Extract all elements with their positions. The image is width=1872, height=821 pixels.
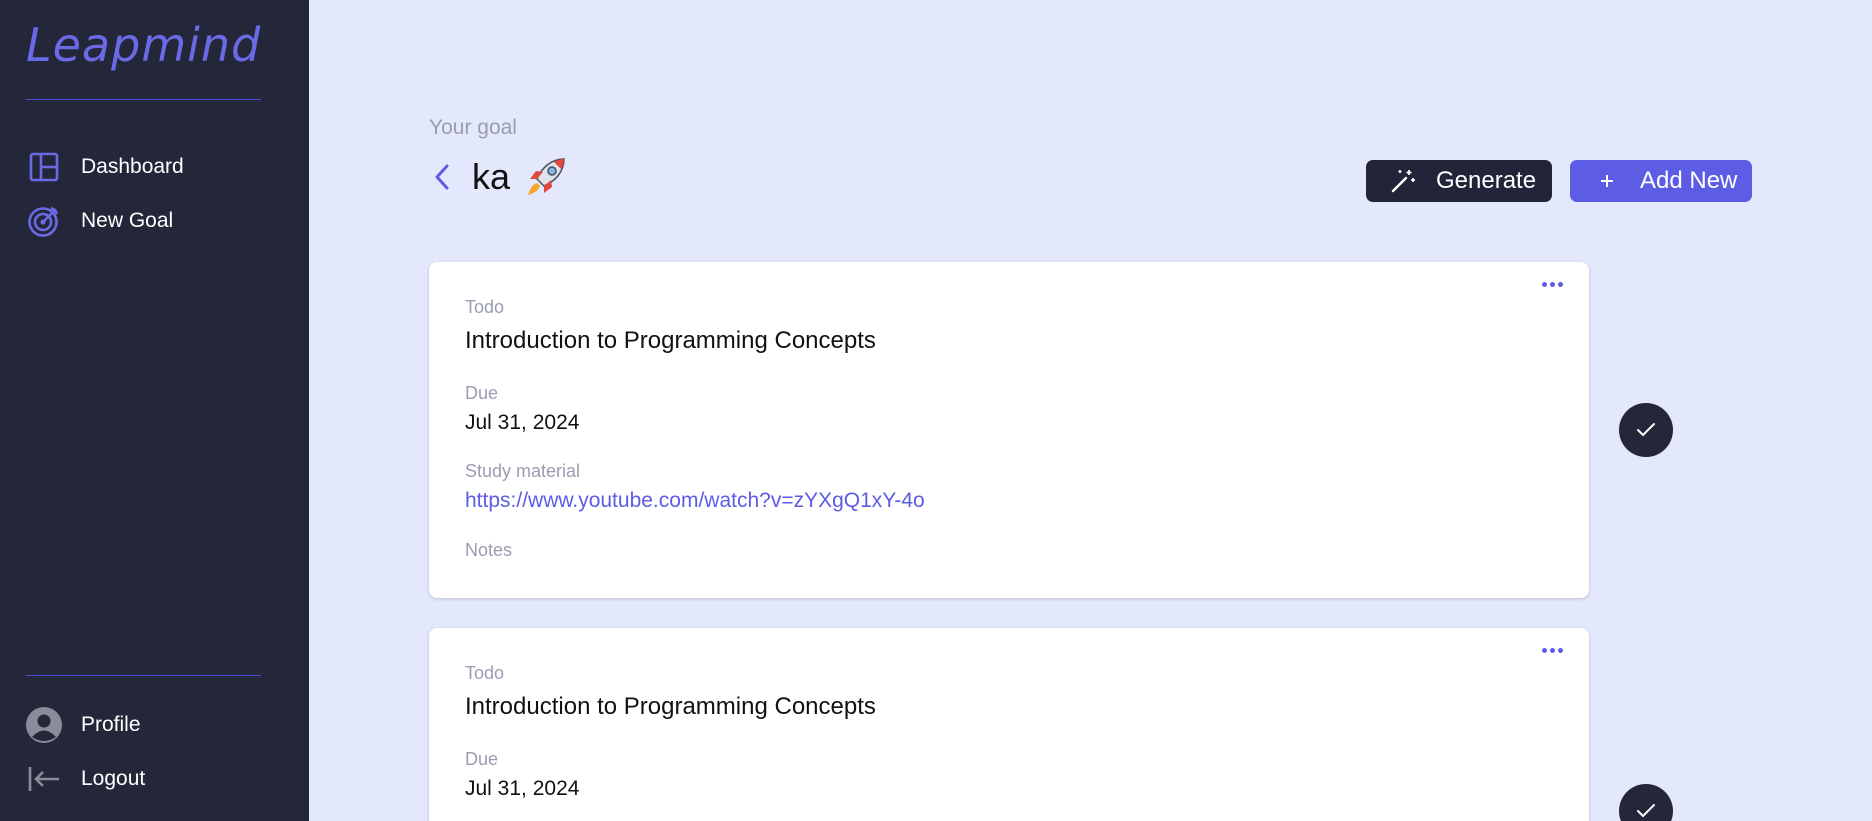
sidebar-item-label: Logout	[81, 767, 146, 790]
task-card: Todo Introduction to Programming Concept…	[429, 262, 1589, 598]
due-date: Jul 31, 2024	[465, 411, 580, 434]
task-status: Todo	[465, 297, 505, 317]
sidebar-item-label: New Goal	[81, 209, 174, 232]
goal-header: ka	[432, 152, 568, 202]
add-new-button[interactable]: Add New	[1570, 160, 1752, 202]
sidebar-divider-bottom	[26, 675, 261, 676]
app-logo[interactable]: Leapmind	[26, 18, 261, 72]
sidebar-item-label: Dashboard	[81, 155, 184, 178]
study-material-label: Study material	[465, 461, 581, 481]
due-label: Due	[465, 383, 499, 403]
more-options-icon[interactable]	[1542, 282, 1563, 287]
generate-button-label: Generate	[1436, 167, 1537, 194]
sidebar-item-new-goal[interactable]: New Goal	[26, 201, 173, 241]
chevron-left-icon	[435, 164, 449, 190]
add-new-button-label: Add New	[1640, 167, 1738, 194]
task-title: Introduction to Programming Concepts	[465, 327, 876, 354]
checkmark-icon	[1637, 423, 1655, 436]
dashboard-layout-icon	[26, 149, 62, 185]
study-material-link[interactable]: https://www.youtube.com/watch?v=zYXgQ1xY…	[465, 489, 925, 513]
sidebar-item-profile[interactable]: Profile	[26, 705, 141, 745]
goal-title: ka	[472, 156, 511, 197]
checkmark-icon	[1637, 804, 1655, 817]
task-card: Todo Introduction to Programming Concept…	[429, 628, 1589, 821]
due-date: Jul 31, 2024	[465, 777, 580, 800]
logout-icon	[26, 761, 62, 797]
complete-task-button[interactable]	[1619, 403, 1673, 457]
sidebar-item-dashboard[interactable]: Dashboard	[26, 147, 184, 187]
sidebar-divider-top	[26, 99, 261, 100]
user-avatar-icon	[26, 707, 62, 743]
generate-button[interactable]: Generate	[1366, 160, 1552, 202]
task-status: Todo	[465, 663, 505, 683]
plus-icon	[1594, 168, 1620, 194]
task-title: Introduction to Programming Concepts	[465, 693, 876, 720]
magic-wand-icon	[1390, 168, 1416, 194]
target-goal-icon	[26, 203, 62, 239]
due-label: Due	[465, 749, 499, 769]
notes-label: Notes	[465, 540, 513, 560]
more-options-icon[interactable]	[1542, 648, 1563, 653]
rocket-icon	[524, 155, 568, 199]
complete-task-button[interactable]	[1619, 784, 1673, 821]
sidebar-item-logout[interactable]: Logout	[26, 759, 145, 799]
back-button[interactable]	[432, 157, 460, 197]
goal-caption: Your goal	[429, 116, 517, 139]
sidebar: Leapmind Dashboard New Goal Profile Logo…	[0, 0, 309, 821]
sidebar-item-label: Profile	[81, 713, 141, 736]
